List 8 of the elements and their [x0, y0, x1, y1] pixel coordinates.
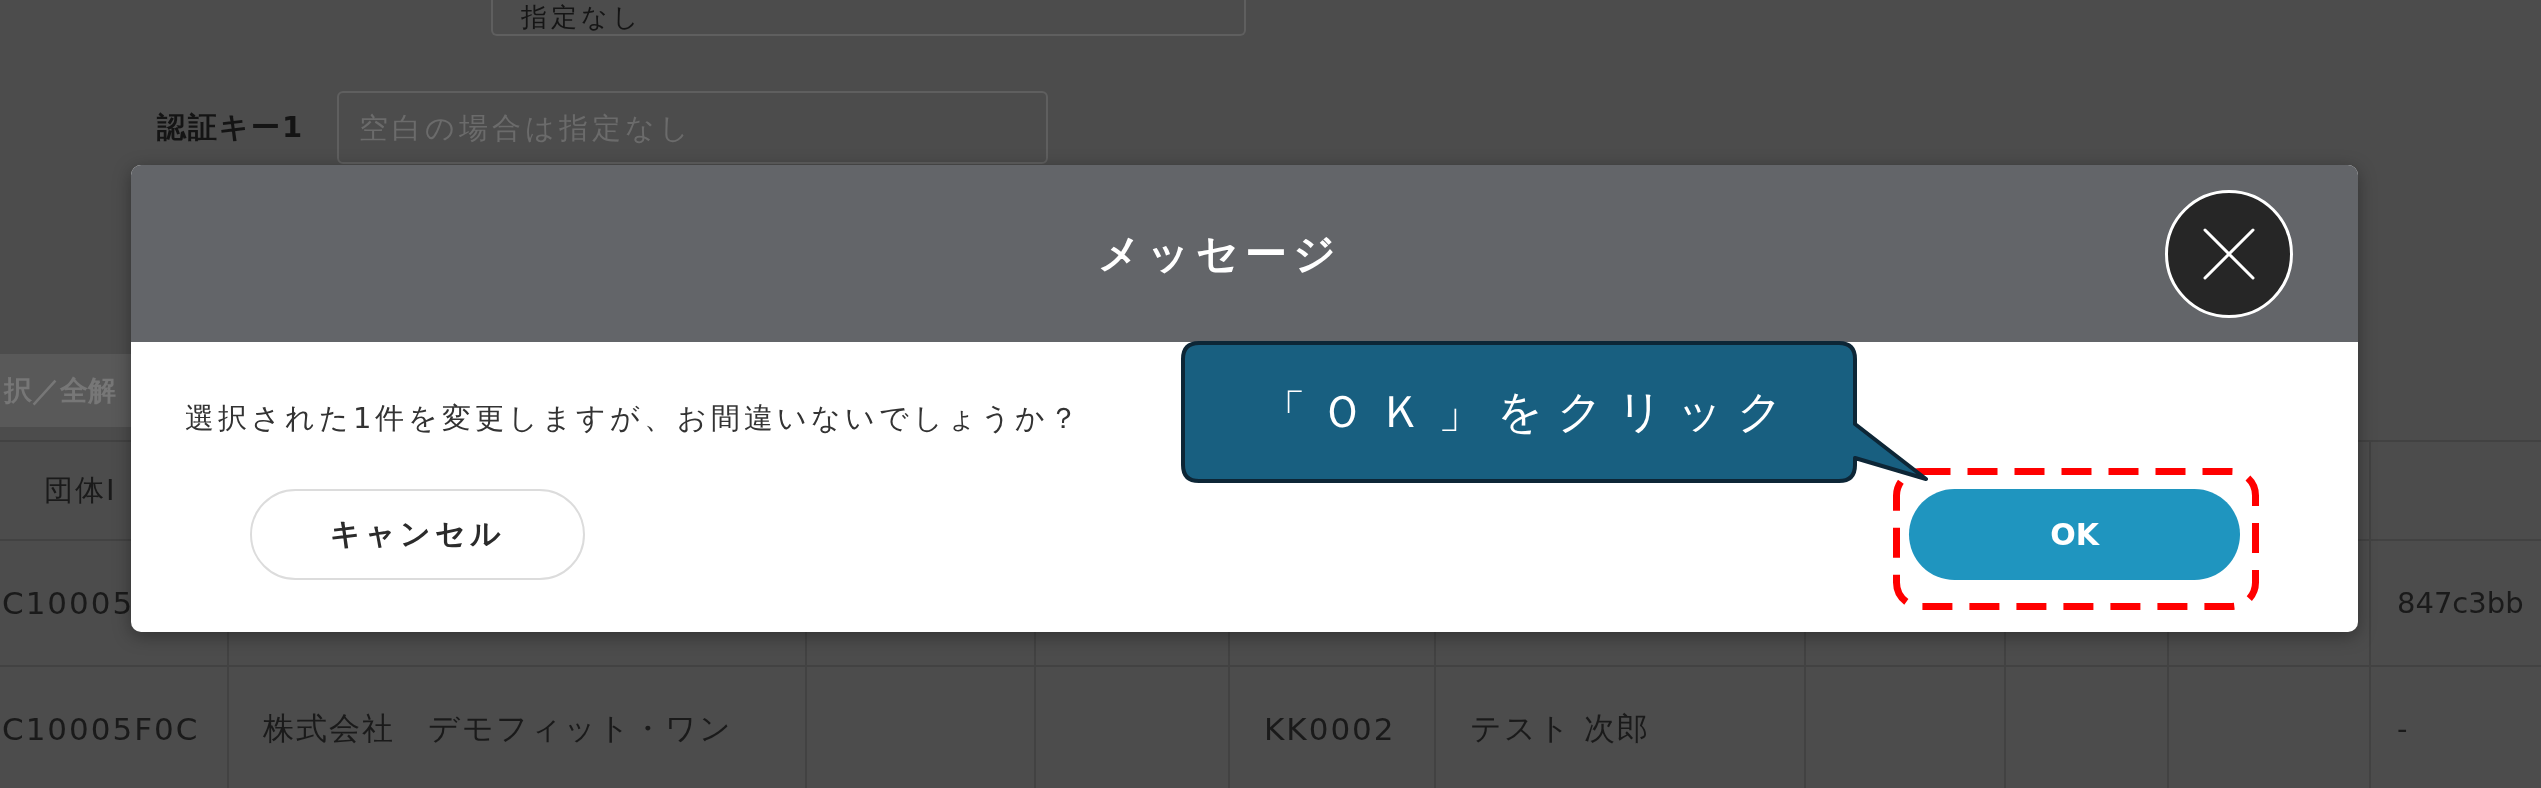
field-label: 認証キー1 [157, 108, 306, 146]
dialog-message: 選択された1件を変更しますが、お間違いないでしょうか？ [185, 400, 1083, 436]
close-icon [2203, 227, 2255, 280]
cancel-button[interactable]: キャンセル [250, 489, 585, 580]
callout-text: 「ＯＫ」をクリック [1261, 384, 1797, 440]
ok-button[interactable]: OK [1909, 489, 2240, 580]
dialog-title: メッセージ [1097, 227, 1342, 280]
table-cell: - [2397, 712, 2408, 746]
